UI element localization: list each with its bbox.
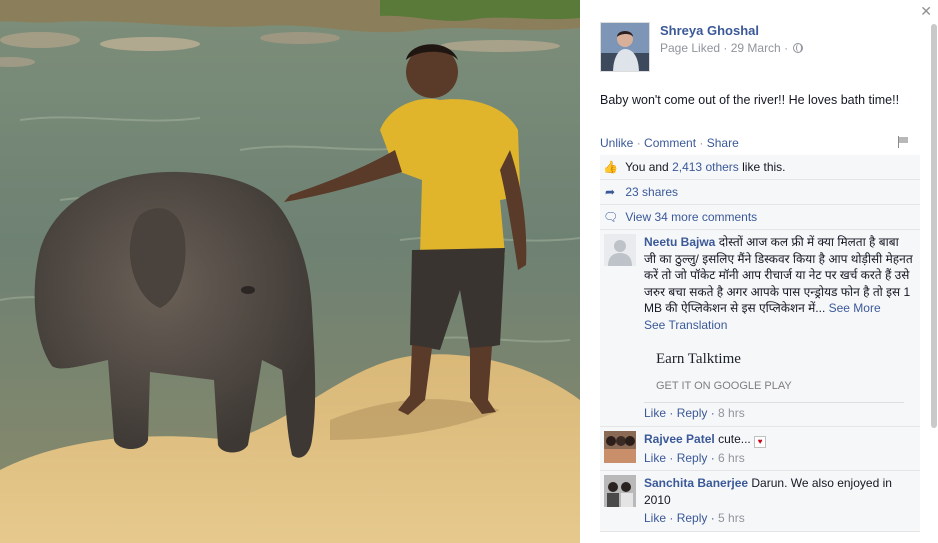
comment-item: Sanchita Banerjee Darun. We also enjoyed…: [600, 471, 920, 532]
shares-row[interactable]: ➦ 23 shares: [600, 180, 920, 205]
heart-icon: ♥: [754, 435, 767, 448]
shares-link[interactable]: 23 shares: [625, 185, 678, 199]
comment-like-link[interactable]: Like: [644, 511, 666, 525]
page-avatar[interactable]: [600, 22, 650, 72]
likes-others-link[interactable]: 2,413 others: [672, 160, 739, 174]
post-header: Shreya Ghoshal Page Liked · 29 March ·: [600, 22, 920, 74]
post-side-panel: ✕ Shreya Ghoshal Page Liked · 29 March ·…: [580, 0, 938, 543]
default-avatar-icon: [604, 234, 636, 266]
post-caption: Baby won't come out of the river!! He lo…: [600, 93, 900, 107]
globe-icon[interactable]: [793, 43, 804, 53]
attachment-title[interactable]: Earn Talktime: [656, 351, 892, 368]
avatar-image: [604, 475, 636, 507]
share-link[interactable]: Share: [707, 136, 739, 150]
speech-bubble-icon: 🗨: [603, 210, 619, 224]
commenter-avatar[interactable]: [604, 234, 636, 266]
comment-link[interactable]: Comment: [644, 136, 696, 150]
likes-prefix: You and: [625, 160, 669, 174]
comment-footer: Like · Reply · 8 hrs: [644, 406, 745, 420]
comment-body: Rajvee Patel cute... ♥: [644, 431, 914, 448]
ufi-feed: 👍 You and 2,413 others like this. ➦ 23 s…: [600, 155, 920, 532]
comment-like-link[interactable]: Like: [644, 451, 666, 465]
scrollbar[interactable]: [931, 24, 937, 428]
close-icon[interactable]: ✕: [920, 4, 932, 18]
see-more-link[interactable]: See More: [829, 301, 881, 315]
comment-footer: Like · Reply · 5 hrs: [644, 511, 745, 525]
commenter-avatar[interactable]: [604, 475, 636, 507]
likes-suffix: like this.: [742, 160, 786, 174]
comment-reply-link[interactable]: Reply: [677, 451, 708, 465]
action-separator: ·: [636, 136, 641, 150]
commenter-name[interactable]: Sanchita Banerjee: [644, 476, 748, 490]
commenter-avatar[interactable]: [604, 430, 636, 463]
comment-footer: Like · Reply · 6 hrs: [644, 450, 745, 465]
view-more-comments-row[interactable]: 🗨 View 34 more comments: [600, 205, 920, 230]
comment-body: Neetu Bajwa दोस्तों आज कल फ्री में क्या …: [644, 234, 914, 317]
comment-body: Sanchita Banerjee Darun. We also enjoyed…: [644, 475, 914, 508]
post-meta: Page Liked · 29 March ·: [660, 41, 804, 55]
comment-item: Neetu Bajwa दोस्तों आज कल फ्री में क्या …: [600, 230, 920, 427]
attachment-subtitle: GET IT ON GOOGLE PLAY: [656, 379, 792, 392]
comment-reply-link[interactable]: Reply: [677, 406, 708, 420]
avatar-image: [604, 430, 636, 463]
see-translation-link[interactable]: See Translation: [644, 317, 914, 334]
comment-reply-link[interactable]: Reply: [677, 511, 708, 525]
action-separator: ·: [699, 136, 704, 150]
comment-text: cute...: [718, 431, 751, 446]
avatar-image: [601, 23, 649, 71]
thumbs-up-icon: 👍: [603, 160, 618, 174]
page-name[interactable]: Shreya Ghoshal: [660, 23, 759, 38]
comment-time[interactable]: 8 hrs: [718, 406, 745, 420]
post-actions: Unlike · Comment · Share: [600, 136, 739, 150]
comment-time[interactable]: 6 hrs: [718, 451, 745, 465]
unlike-link[interactable]: Unlike: [600, 136, 633, 150]
post-photo[interactable]: [0, 0, 580, 543]
elephant-river-photo: [0, 0, 580, 543]
likes-row: 👍 You and 2,413 others like this.: [600, 155, 920, 180]
share-arrow-icon: ➦: [604, 185, 616, 199]
view-more-comments-link[interactable]: View 34 more comments: [625, 210, 757, 224]
post-meta-text: Page Liked · 29 March ·: [660, 41, 789, 55]
attachment-card[interactable]: Earn Talktime GET IT ON GOOGLE PLAY: [644, 343, 904, 403]
comment-item: Rajvee Patel cute... ♥ Like · Reply · 6 …: [600, 427, 920, 471]
commenter-name[interactable]: Rajvee Patel: [644, 432, 715, 446]
comment-like-link[interactable]: Like: [644, 406, 666, 420]
comment-time[interactable]: 5 hrs: [718, 511, 745, 525]
commenter-name[interactable]: Neetu Bajwa: [644, 235, 715, 249]
flag-icon[interactable]: [898, 136, 910, 148]
